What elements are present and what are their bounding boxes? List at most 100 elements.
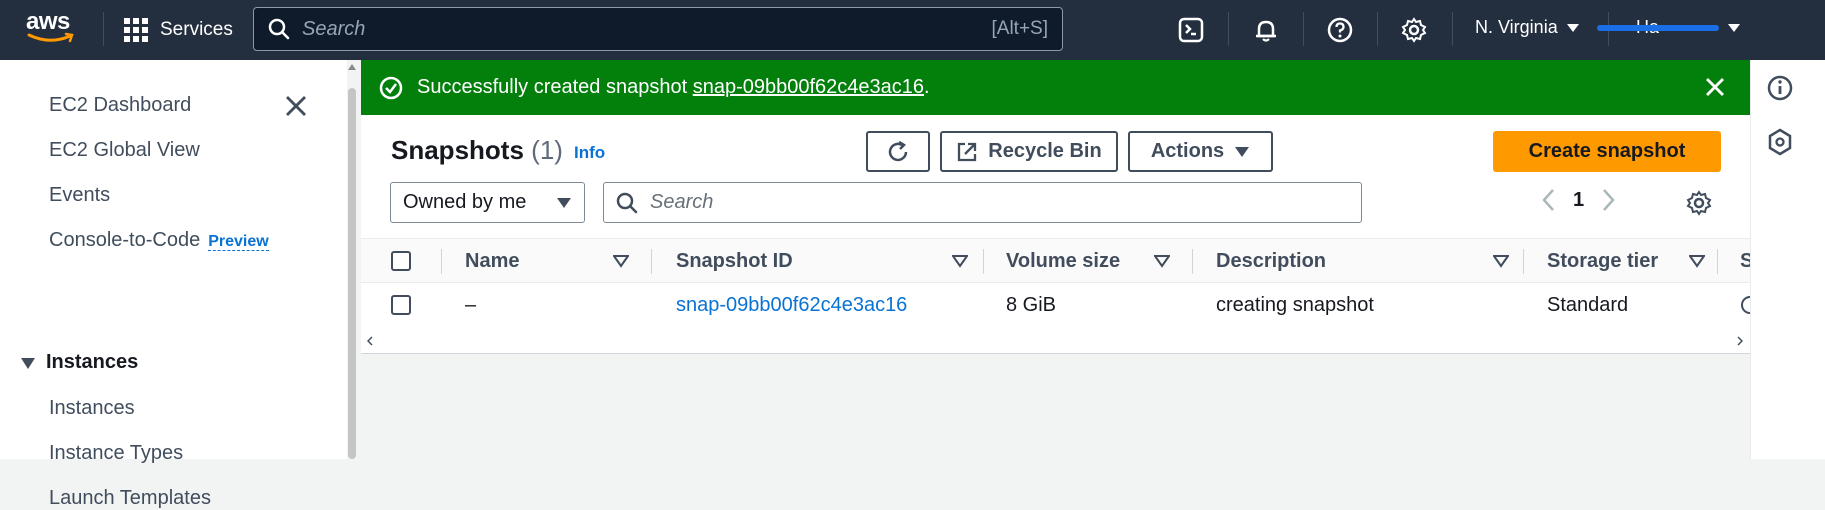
sidebar-item-instance-types[interactable]: Instance Types (49, 442, 183, 465)
sort-icon (1689, 255, 1705, 268)
table-header-row: Name Snapshot ID Volume size Description… (361, 238, 1750, 283)
search-placeholder: Search (302, 17, 366, 40)
close-sidebar-icon[interactable] (282, 92, 310, 120)
create-snapshot-button[interactable]: Create snapshot (1493, 131, 1721, 172)
divider (103, 12, 104, 46)
caret-down-icon (21, 357, 35, 369)
scrollbar-thumb[interactable] (348, 88, 356, 459)
region-selector[interactable]: N. Virginia (1475, 17, 1580, 38)
column-header-label: Storage tier (1547, 250, 1659, 272)
close-flash-icon[interactable] (1702, 74, 1728, 100)
owner-filter-value: Owned by me (403, 191, 527, 213)
current-page-number[interactable]: 1 (1573, 189, 1584, 212)
column-header-name[interactable]: Name (465, 239, 635, 284)
aws-logo[interactable]: aws (26, 8, 78, 46)
flash-snapshot-link[interactable]: snap-09bb00f62c4e3ac16 (693, 76, 924, 98)
column-divider (1523, 249, 1524, 274)
aws-smile-icon (27, 32, 74, 43)
top-navigation-bar: aws Services Search [Alt+S] N. Virginia (0, 0, 1825, 60)
external-link-icon (958, 142, 977, 161)
side-navigation: EC2 Dashboard EC2 Global View Events Con… (0, 60, 347, 509)
page-title: Snapshots (1) (391, 135, 563, 166)
search-shortcut: [Alt+S] (991, 18, 1049, 39)
aws-logo-text: aws (26, 8, 70, 35)
search-icon (268, 18, 290, 40)
table-preferences-gear-icon[interactable] (1686, 190, 1712, 216)
actions-label: Actions (1150, 140, 1225, 162)
owner-filter-select[interactable]: Owned by me (390, 182, 585, 223)
region-label: N. Virginia (1475, 17, 1558, 37)
notifications-bell-icon[interactable] (1251, 15, 1281, 45)
flash-suffix: . (924, 76, 930, 98)
right-tools-rail (1750, 60, 1825, 459)
table-horizontal-scrollbar[interactable] (361, 333, 1750, 349)
refresh-icon (888, 140, 908, 161)
column-header-snapshot-id[interactable]: Snapshot ID (676, 239, 968, 284)
sidebar-item-launch-templates[interactable]: Launch Templates (49, 487, 211, 510)
hexagon-tool-icon[interactable] (1766, 128, 1794, 156)
next-page-icon[interactable] (1602, 188, 1616, 212)
select-all-checkbox[interactable] (391, 251, 411, 271)
recycle-bin-label: Recycle Bin (988, 140, 1102, 162)
caret-down-icon (1728, 23, 1741, 32)
column-header-storage-tier[interactable]: Storage tier (1547, 239, 1727, 284)
sidebar-item-events[interactable]: Events (49, 184, 110, 207)
actions-dropdown-button[interactable]: Actions (1128, 131, 1273, 172)
flash-message: Successfully created snapshot snap-09bb0… (417, 76, 930, 99)
info-link[interactable]: Info (574, 143, 605, 163)
page-title-text: Snapshots (391, 135, 524, 165)
caret-down-icon (1235, 146, 1250, 157)
column-header-label: Snapshot ID (676, 250, 793, 272)
success-flash-banner: Successfully created snapshot snap-09bb0… (361, 60, 1750, 115)
snapshot-count: (1) (531, 135, 563, 165)
status-icon (1741, 296, 1750, 314)
scroll-up-arrow-icon[interactable] (348, 64, 356, 70)
column-header-volume-size[interactable]: Volume size (1006, 239, 1206, 284)
sort-icon (613, 255, 629, 268)
account-menu[interactable]: Ha (1597, 17, 1741, 38)
sidebar-item-ec2-global-view[interactable]: EC2 Global View (49, 139, 200, 162)
content-background (361, 355, 1750, 459)
services-menu-button[interactable]: Services (124, 14, 233, 46)
search-icon (616, 192, 638, 213)
column-divider (1192, 249, 1193, 274)
previous-page-icon[interactable] (1541, 188, 1555, 212)
divider (1303, 12, 1304, 46)
column-divider (441, 249, 442, 274)
caret-down-icon (1566, 23, 1579, 32)
help-icon[interactable] (1325, 15, 1355, 45)
table-row[interactable]: – snap-09bb00f62c4e3ac16 8 GiB creating … (361, 283, 1750, 327)
sidebar-scrollbar[interactable] (347, 60, 357, 459)
sidebar-item-instances[interactable]: Instances (49, 397, 135, 420)
scroll-right-arrow-icon[interactable] (1737, 336, 1743, 346)
divider (1452, 12, 1453, 46)
column-header-truncated[interactable]: S (1740, 239, 1750, 284)
divider (1228, 12, 1229, 46)
row-checkbox[interactable] (391, 295, 411, 315)
table-search-input[interactable]: Search (603, 182, 1362, 223)
refresh-button[interactable] (866, 131, 930, 172)
sidebar-item-ec2-dashboard[interactable]: EC2 Dashboard (49, 94, 191, 117)
cell-snapshot-id-link[interactable]: snap-09bb00f62c4e3ac16 (676, 283, 907, 327)
cell-volume-size: 8 GiB (1006, 293, 1057, 316)
settings-gear-icon[interactable] (1399, 15, 1429, 45)
recycle-bin-button[interactable]: Recycle Bin (940, 131, 1118, 172)
cloudshell-icon[interactable] (1176, 15, 1206, 45)
services-label: Services (160, 19, 233, 40)
sort-icon (952, 255, 968, 268)
info-panel-icon[interactable] (1766, 74, 1794, 102)
sidebar-section-instances[interactable]: Instances (20, 351, 138, 374)
sidebar-item-console-to-code[interactable]: Console-to-Code Preview (49, 229, 269, 252)
global-search-input[interactable]: Search [Alt+S] (253, 7, 1063, 51)
flash-message-text: Successfully created snapshot (417, 76, 688, 98)
column-header-label: S (1740, 250, 1750, 272)
cell-storage-tier: Standard (1547, 293, 1629, 316)
sort-icon (1154, 255, 1170, 268)
sidebar-item-label: Console-to-Code (49, 229, 201, 251)
search-placeholder: Search (650, 191, 714, 213)
cell-name: – (465, 293, 477, 316)
preview-badge[interactable]: Preview (208, 233, 269, 251)
snapshots-table-panel: Snapshots (1) Info Recycle Bin Actions C… (361, 115, 1750, 354)
scroll-left-arrow-icon[interactable] (367, 336, 373, 346)
column-header-description[interactable]: Description (1216, 239, 1516, 284)
